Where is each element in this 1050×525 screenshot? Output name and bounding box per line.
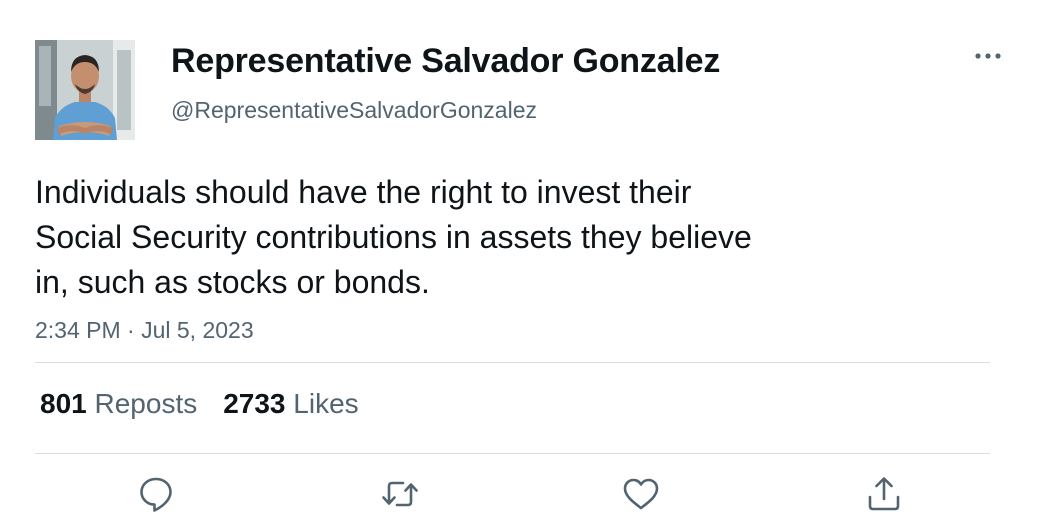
tweet-text: Individuals should have the right to inv… xyxy=(35,170,895,305)
repost-icon xyxy=(382,481,418,507)
avatar[interactable] xyxy=(35,40,135,140)
tweet-text-line: Individuals should have the right to inv… xyxy=(35,174,692,210)
share-icon xyxy=(868,477,900,511)
tweet-timestamp[interactable]: 2:34 PM · Jul 5, 2023 xyxy=(35,317,254,344)
tweet-stats: 801 Reposts 2733 Likes xyxy=(40,388,359,420)
heart-icon xyxy=(623,478,659,510)
tweet-card: Representative Salvador Gonzalez @Repres… xyxy=(0,0,1050,525)
more-options-button[interactable] xyxy=(970,44,1006,68)
likes-count: 2733 xyxy=(223,388,286,419)
reposts-count: 801 xyxy=(40,388,87,419)
reposts-stat[interactable]: 801 Reposts xyxy=(40,388,197,419)
likes-stat[interactable]: 2733 Likes xyxy=(223,388,358,419)
tweet-text-line: in, such as stocks or bonds. xyxy=(35,264,430,300)
reply-icon xyxy=(140,477,172,512)
more-dots-icon xyxy=(975,53,1001,59)
share-button[interactable] xyxy=(863,473,905,515)
likes-label: Likes xyxy=(293,388,359,419)
repost-button[interactable] xyxy=(379,473,421,515)
tweet-text-line: Social Security contributions in assets … xyxy=(35,219,752,255)
divider xyxy=(35,362,990,363)
display-name[interactable]: Representative Salvador Gonzalez xyxy=(171,42,720,81)
user-handle[interactable]: @RepresentativeSalvadorGonzalez xyxy=(171,97,537,124)
reply-button[interactable] xyxy=(135,473,177,515)
like-button[interactable] xyxy=(620,473,662,515)
divider xyxy=(35,453,990,454)
reposts-label: Reposts xyxy=(94,388,198,419)
profile-photo-icon xyxy=(35,40,135,140)
